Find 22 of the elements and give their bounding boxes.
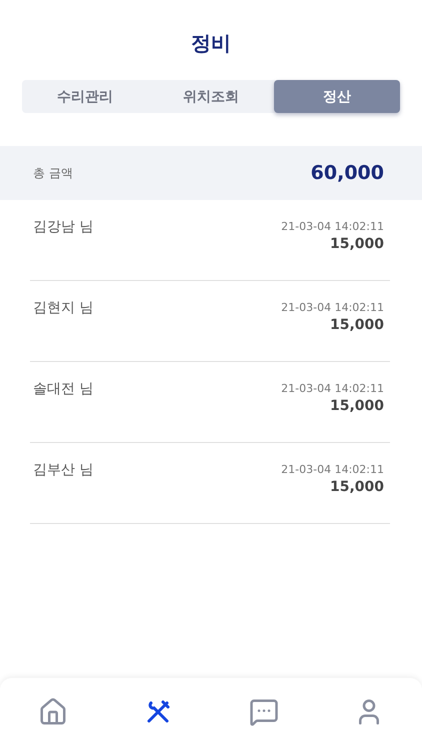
payment-amount: 15,000	[330, 317, 384, 333]
customer-name: 김현지 님	[33, 299, 94, 318]
customer-name: 김부산 님	[33, 461, 94, 480]
payment-time: 21-03-04 14:02:11	[281, 301, 384, 314]
payment-time: 21-03-04 14:02:11	[281, 382, 384, 395]
chat-button[interactable]	[248, 697, 279, 727]
payment-time: 21-03-04 14:02:11	[281, 220, 384, 233]
payment-amount: 15,000	[330, 236, 384, 252]
payment-time: 21-03-04 14:02:11	[281, 463, 384, 476]
chat-icon	[248, 697, 279, 727]
home-button[interactable]	[38, 697, 68, 727]
total-label: 총 금액	[33, 164, 73, 182]
payment-amount: 15,000	[330, 479, 384, 495]
tab[interactable]: 수리관리	[22, 80, 148, 113]
page-title: 정비	[190, 30, 232, 56]
customer-name: 솔대전 님	[33, 380, 94, 399]
tab[interactable]: 정산	[274, 80, 400, 113]
payment-amount: 15,000	[330, 398, 384, 414]
home-icon	[38, 697, 68, 727]
total-amount: 60,000	[310, 162, 384, 184]
customer-name: 김강남 님	[33, 218, 94, 237]
tab[interactable]: 위치조회	[148, 80, 274, 113]
